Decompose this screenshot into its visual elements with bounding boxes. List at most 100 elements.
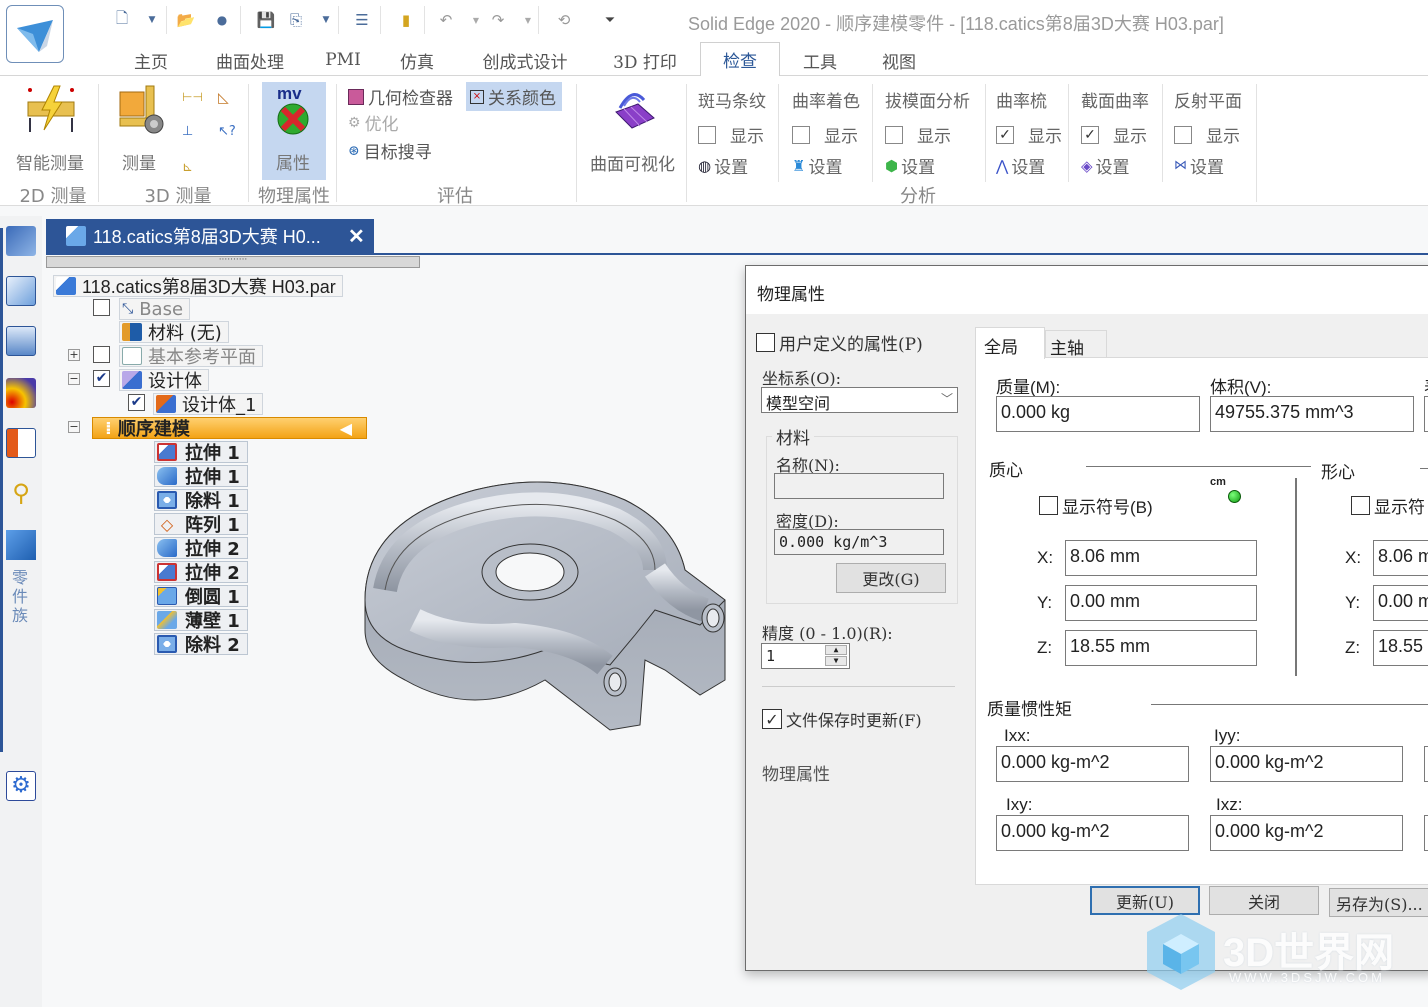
dropdown-icon[interactable]: ▼ bbox=[466, 10, 486, 30]
collapse-design-body-icon[interactable]: − bbox=[68, 373, 80, 385]
draft-face-settings-button[interactable]: ⬢ 设置 bbox=[885, 153, 935, 179]
show-com-symbol-checkbox[interactable]: 显示符号(B) bbox=[1039, 493, 1153, 518]
animation-icon[interactable] bbox=[6, 326, 36, 356]
key-icon[interactable]: ⚲ bbox=[6, 478, 36, 508]
spin-up-icon[interactable]: ▲ bbox=[825, 645, 847, 655]
feature-item[interactable]: ◇ 阵列 1 bbox=[154, 513, 248, 536]
tab-pmi[interactable]: PMI bbox=[316, 44, 370, 76]
checkbox[interactable]: ✓ bbox=[996, 125, 1014, 144]
spin-down-icon[interactable]: ▼ bbox=[825, 656, 847, 666]
dropdown-icon[interactable]: ▼ bbox=[518, 10, 538, 30]
base-visibility-checkbox[interactable] bbox=[93, 299, 110, 316]
tree-node-ref-planes[interactable]: 基本参考平面 bbox=[119, 345, 263, 368]
mass-field[interactable]: 0.000 kg bbox=[996, 396, 1200, 432]
feature-item[interactable]: 拉伸 1 bbox=[154, 441, 248, 464]
optimize-button[interactable]: ⚙ 优化 bbox=[348, 110, 399, 136]
dimension-gear-icon[interactable]: ⚙ bbox=[6, 771, 36, 801]
density-field[interactable]: 0.000 kg/m^3 bbox=[774, 529, 944, 555]
layers-icon[interactable] bbox=[6, 276, 36, 306]
curvature-comb-show-checkbox[interactable]: ✓ 显示 bbox=[996, 122, 1062, 147]
tab-3d-print[interactable]: 3D 打印 bbox=[600, 44, 690, 76]
close-button[interactable]: 关闭 bbox=[1209, 886, 1319, 915]
update-on-save-checkbox[interactable]: ✓ 文件保存时更新(F) bbox=[762, 707, 922, 731]
ixy-field[interactable]: 0.000 kg-m^2 bbox=[996, 815, 1189, 851]
part-family-label[interactable]: 零件族 bbox=[10, 568, 30, 625]
part-family-icon[interactable] bbox=[6, 530, 36, 560]
section-curvature-show-checkbox[interactable]: ✓ 显示 bbox=[1081, 122, 1147, 147]
reflective-plane-settings-button[interactable]: ⋈ 设置 bbox=[1174, 153, 1224, 178]
checkbox[interactable] bbox=[1174, 125, 1192, 144]
curvature-shading-show-checkbox[interactable]: 显示 bbox=[792, 122, 858, 147]
curvature-shading-settings-button[interactable]: ♜ 设置 bbox=[792, 153, 842, 179]
com-x-field[interactable]: 8.06 mm bbox=[1065, 540, 1257, 576]
centroid-y-field[interactable]: 0.00 m bbox=[1373, 585, 1428, 621]
checkbox[interactable]: ✓ bbox=[762, 709, 782, 729]
curvature-comb-settings-button[interactable]: ⋀ 设置 bbox=[996, 153, 1045, 179]
tree-node-base[interactable]: ⤡ Base bbox=[119, 298, 191, 320]
ref-planes-visibility-checkbox[interactable] bbox=[93, 346, 110, 363]
checkbox[interactable]: ✓ bbox=[1081, 125, 1099, 144]
centroid-x-field[interactable]: 8.06 m bbox=[1373, 540, 1428, 576]
feature-item[interactable]: 薄壁 1 bbox=[154, 609, 248, 632]
design-body-visibility-checkbox[interactable]: ✔ bbox=[93, 370, 110, 387]
feature-item[interactable]: 倒圆 1 bbox=[154, 585, 248, 608]
tab-surfacing[interactable]: 曲面处理 bbox=[200, 44, 300, 76]
customize-icon[interactable]: ⏷ bbox=[600, 10, 620, 30]
color-scheme-icon[interactable] bbox=[6, 378, 36, 408]
volume-field[interactable]: 49755.375 mm^3 bbox=[1210, 396, 1414, 432]
expand-ref-planes-icon[interactable]: + bbox=[68, 349, 80, 361]
tab-generative-design[interactable]: 创成式设计 bbox=[466, 44, 584, 76]
surface-visualization-button[interactable] bbox=[612, 84, 658, 134]
measure-button[interactable] bbox=[116, 84, 168, 140]
show-centroid-symbol-checkbox[interactable]: 显示符 bbox=[1351, 493, 1425, 518]
zebra-stripes-settings-button[interactable]: ◍ 设置 bbox=[698, 153, 748, 179]
tree-node-material[interactable]: 材料 (无) bbox=[119, 321, 229, 344]
exit-icon[interactable]: ▮ bbox=[396, 10, 416, 30]
iyy-field[interactable]: 0.000 kg-m^2 bbox=[1210, 746, 1403, 782]
feature-item[interactable]: 除料 2 bbox=[154, 633, 248, 656]
change-material-button[interactable]: 更改(G) bbox=[836, 563, 946, 593]
save-icon[interactable]: 💾 bbox=[256, 10, 276, 30]
tree-node-design-body[interactable]: 设计体 bbox=[119, 369, 209, 392]
undo-icon[interactable]: ↶ bbox=[436, 10, 456, 30]
user-defined-properties-checkbox[interactable]: 用户定义的属性(P) bbox=[756, 330, 923, 355]
izz-field[interactable] bbox=[1424, 746, 1428, 782]
new-document-icon[interactable]: 🗋 bbox=[112, 9, 132, 30]
geometry-inspector-button[interactable]: 几何检查器 bbox=[348, 84, 453, 109]
checkbox[interactable] bbox=[885, 125, 903, 144]
save-all-icon[interactable]: ⎘ bbox=[286, 10, 306, 30]
tab-tools[interactable]: 工具 bbox=[790, 44, 850, 76]
feature-item[interactable]: 拉伸 1 bbox=[154, 465, 248, 488]
material-name-field[interactable] bbox=[774, 473, 944, 499]
inquire-element-icon[interactable]: ↖? bbox=[218, 124, 236, 142]
dropdown-icon[interactable]: ▼ bbox=[142, 10, 162, 30]
checkbox[interactable] bbox=[756, 333, 775, 352]
close-tab-icon[interactable]: ✕ bbox=[348, 224, 365, 249]
com-z-field[interactable]: 18.55 mm bbox=[1065, 630, 1257, 666]
feature-item[interactable]: 除料 1 bbox=[154, 489, 248, 512]
checkbox[interactable] bbox=[698, 125, 716, 144]
properties-button[interactable]: mv 属性 bbox=[262, 82, 326, 180]
reflective-plane-show-checkbox[interactable]: 显示 bbox=[1174, 122, 1240, 147]
tab-home[interactable]: 主页 bbox=[118, 44, 184, 76]
surface-area-field[interactable] bbox=[1424, 396, 1428, 432]
repeat-icon[interactable]: ⟲ bbox=[554, 10, 574, 30]
smart-measure-button[interactable] bbox=[24, 84, 78, 136]
draft-face-show-checkbox[interactable]: 显示 bbox=[885, 122, 951, 147]
tree-node-ordered[interactable]: ⁞ 顺序建模 ◀ bbox=[92, 417, 367, 440]
feature-item[interactable]: 拉伸 2 bbox=[154, 537, 248, 560]
rollback-marker-icon[interactable]: ◀ bbox=[340, 419, 352, 438]
checkbox[interactable] bbox=[792, 125, 810, 144]
tab-view[interactable]: 视图 bbox=[866, 44, 932, 76]
link-icon[interactable]: ● bbox=[212, 10, 232, 30]
ixx-field[interactable]: 0.000 kg-m^2 bbox=[996, 746, 1189, 782]
relation-colors-button[interactable]: × 关系颜色 bbox=[466, 82, 562, 111]
app-logo[interactable] bbox=[6, 5, 64, 63]
tab-principal-axes[interactable]: 主轴 bbox=[1045, 330, 1107, 359]
document-tab[interactable]: 118.catics第8届3D大赛 H0... ✕ bbox=[46, 219, 374, 253]
tab-global[interactable]: 全局 bbox=[975, 327, 1045, 359]
zebra-stripes-show-checkbox[interactable]: 显示 bbox=[698, 122, 764, 147]
pathfinder-icon[interactable] bbox=[6, 226, 36, 256]
measure-distance-icon[interactable]: ⊢⊣ bbox=[182, 90, 203, 108]
properties-list-icon[interactable]: ☰ bbox=[352, 10, 372, 30]
